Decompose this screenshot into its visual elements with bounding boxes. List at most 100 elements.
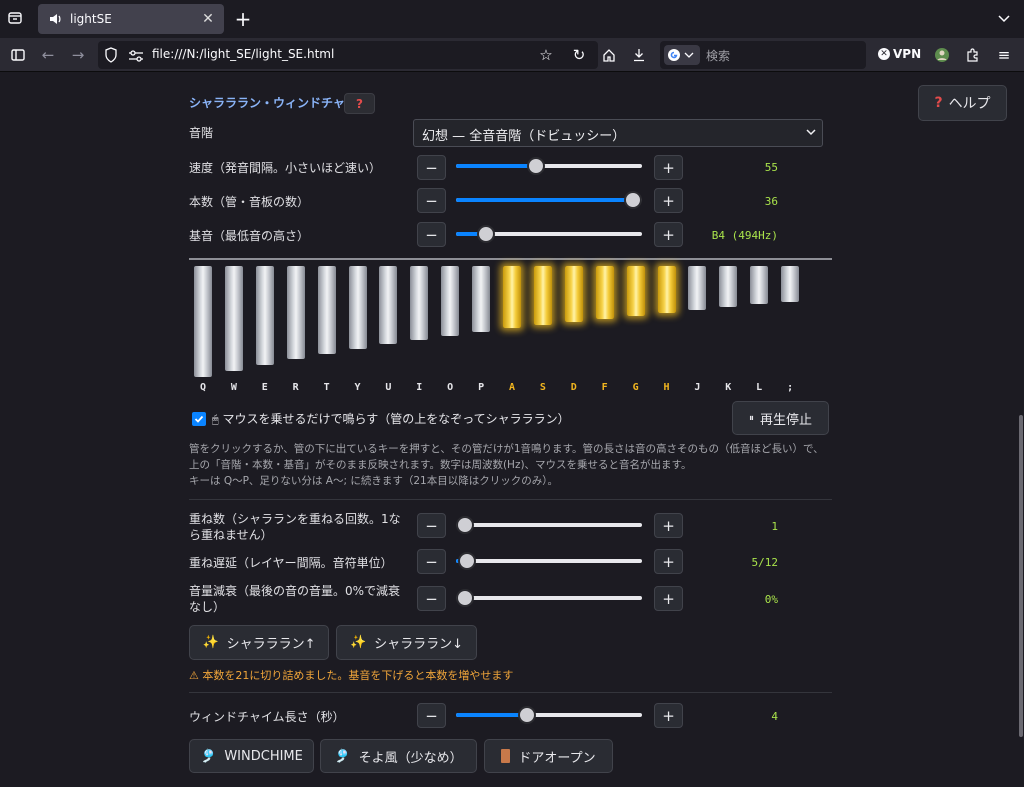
hover-checkbox-label[interactable]: 🖱 マウスを乗せるだけで鳴らす（管の上をなぞってシャラララン）: [212, 410, 570, 427]
slider-thumb[interactable]: [526, 157, 545, 175]
chime-tube[interactable]: [286, 266, 305, 359]
delay-minus-button[interactable]: −: [417, 549, 446, 574]
help-button[interactable]: ? ヘルプ: [918, 85, 1007, 121]
decay-plus-button[interactable]: +: [654, 586, 683, 611]
chime-key-label: H: [663, 382, 670, 393]
vpn-button[interactable]: ✕ VPN: [878, 47, 921, 61]
chime-tube[interactable]: [224, 266, 243, 371]
home-icon[interactable]: [597, 43, 621, 67]
chime-tube[interactable]: [255, 266, 274, 365]
delay-slider[interactable]: [456, 552, 642, 570]
chime-tube[interactable]: [410, 266, 429, 340]
chime-stage[interactable]: Q W E R T Y U I O P A S D F G H J K L;: [189, 258, 832, 398]
repeat-minus-button[interactable]: −: [417, 513, 446, 538]
scale-select[interactable]: 幻想 — 全音音階（ドビュッシー）: [413, 119, 823, 147]
bookmark-star-icon[interactable]: ☆: [534, 43, 558, 67]
reload-icon[interactable]: ↻: [567, 43, 591, 67]
slider-thumb[interactable]: [624, 191, 642, 209]
chime-tube[interactable]: [472, 266, 491, 332]
url-text[interactable]: file:///N:/light_SE/light_SE.html: [152, 47, 334, 61]
hover-checkbox[interactable]: [192, 412, 206, 426]
tab-list-icon[interactable]: [4, 7, 26, 29]
extensions-icon[interactable]: [961, 43, 985, 67]
back-icon[interactable]: ←: [36, 43, 60, 67]
base-minus-button[interactable]: −: [417, 222, 446, 247]
slider-track: [456, 596, 642, 600]
windchime-minus-button[interactable]: −: [417, 703, 446, 728]
base-label: 基音（最低音の高さ）: [189, 229, 310, 243]
forward-icon[interactable]: →: [66, 43, 90, 67]
windchime-slider[interactable]: [456, 706, 642, 724]
base-slider[interactable]: [456, 225, 642, 243]
mouse-hover-icon: 🖱: [212, 413, 219, 426]
question-icon: ?: [356, 96, 363, 111]
chime-tube[interactable]: [626, 266, 645, 316]
search-engine-icon[interactable]: [664, 45, 700, 65]
chime-tube[interactable]: [317, 266, 336, 354]
menu-icon[interactable]: ≡: [992, 43, 1016, 67]
count-minus-button[interactable]: −: [417, 188, 446, 213]
chime-tube[interactable]: [719, 266, 738, 307]
account-avatar-icon[interactable]: [930, 43, 954, 67]
shararan-up-button[interactable]: ✨ シャラララン↑: [189, 625, 329, 660]
delay-plus-button[interactable]: +: [654, 549, 683, 574]
chime-tube[interactable]: [781, 266, 800, 302]
speed-slider[interactable]: [456, 157, 642, 175]
download-icon[interactable]: [627, 43, 651, 67]
new-tab-icon[interactable]: +: [232, 7, 254, 31]
play-stop-button[interactable]: ⏸ 再生停止: [732, 401, 829, 435]
repeat-plus-button[interactable]: +: [654, 513, 683, 538]
sparkles-icon: ✨: [349, 635, 367, 650]
decay-slider[interactable]: [456, 589, 642, 607]
windchime-preset-button[interactable]: 🎐 WINDCHIME: [189, 739, 314, 773]
browser-tab[interactable]: lightSE ✕: [38, 4, 224, 34]
shararan-down-button[interactable]: ✨ シャラララン↓: [336, 625, 477, 660]
chime-tube[interactable]: [379, 266, 398, 344]
chime-tube[interactable]: [657, 266, 676, 313]
windchime-icon: 🎐: [200, 748, 217, 764]
divider: [189, 499, 832, 500]
chevron-down-icon[interactable]: [994, 9, 1014, 29]
url-bar[interactable]: file:///N:/light_SE/light_SE.html: [98, 41, 598, 69]
chime-tube[interactable]: [194, 266, 212, 377]
decay-minus-button[interactable]: −: [417, 586, 446, 611]
chime-tube[interactable]: [688, 266, 707, 310]
base-plus-button[interactable]: +: [654, 222, 683, 247]
scrollbar-thumb[interactable]: [1019, 415, 1023, 737]
chime-tube[interactable]: [503, 266, 521, 328]
breeze-preset-button[interactable]: 🎐 そよ風（少なめ）: [320, 739, 477, 773]
scrollbar[interactable]: [1018, 73, 1024, 787]
chime-tube[interactable]: [750, 266, 769, 304]
slider-thumb[interactable]: [456, 516, 474, 534]
slider-thumb[interactable]: [517, 706, 536, 724]
windchime-preset-label: WINDCHIME: [224, 748, 303, 764]
chime-tube[interactable]: [564, 266, 583, 322]
speaker-icon[interactable]: [48, 11, 64, 27]
sidebar-icon[interactable]: [6, 43, 30, 67]
chime-tube[interactable]: [533, 266, 552, 325]
speed-label: 速度（発音間隔。小さいほど速い）: [189, 161, 382, 175]
speed-plus-button[interactable]: +: [654, 155, 683, 180]
page-info-icon[interactable]: [128, 48, 144, 67]
chime-key-label: K: [725, 382, 732, 393]
slider-thumb[interactable]: [476, 225, 495, 243]
chime-tube[interactable]: [595, 266, 614, 319]
search-box[interactable]: 検索: [660, 41, 866, 69]
speed-minus-button[interactable]: −: [417, 155, 446, 180]
count-slider[interactable]: [456, 191, 642, 209]
door-open-preset-button[interactable]: ドアオープン: [484, 739, 613, 773]
repeat-slider[interactable]: [456, 516, 642, 534]
slider-thumb[interactable]: [458, 552, 477, 570]
count-plus-button[interactable]: +: [654, 188, 683, 213]
chime-tube[interactable]: [348, 266, 367, 349]
close-tab-icon[interactable]: ✕: [198, 9, 218, 29]
search-input[interactable]: 検索: [706, 47, 730, 64]
windchime-plus-button[interactable]: +: [654, 703, 683, 728]
pause-icon: ⏸: [748, 412, 754, 424]
scale-label: 音階: [189, 126, 214, 140]
slider-thumb[interactable]: [456, 589, 474, 607]
question-button[interactable]: ?: [344, 93, 375, 114]
sparkles-icon: ✨: [202, 635, 219, 650]
shield-icon[interactable]: [104, 47, 118, 67]
chime-tube[interactable]: [441, 266, 460, 336]
